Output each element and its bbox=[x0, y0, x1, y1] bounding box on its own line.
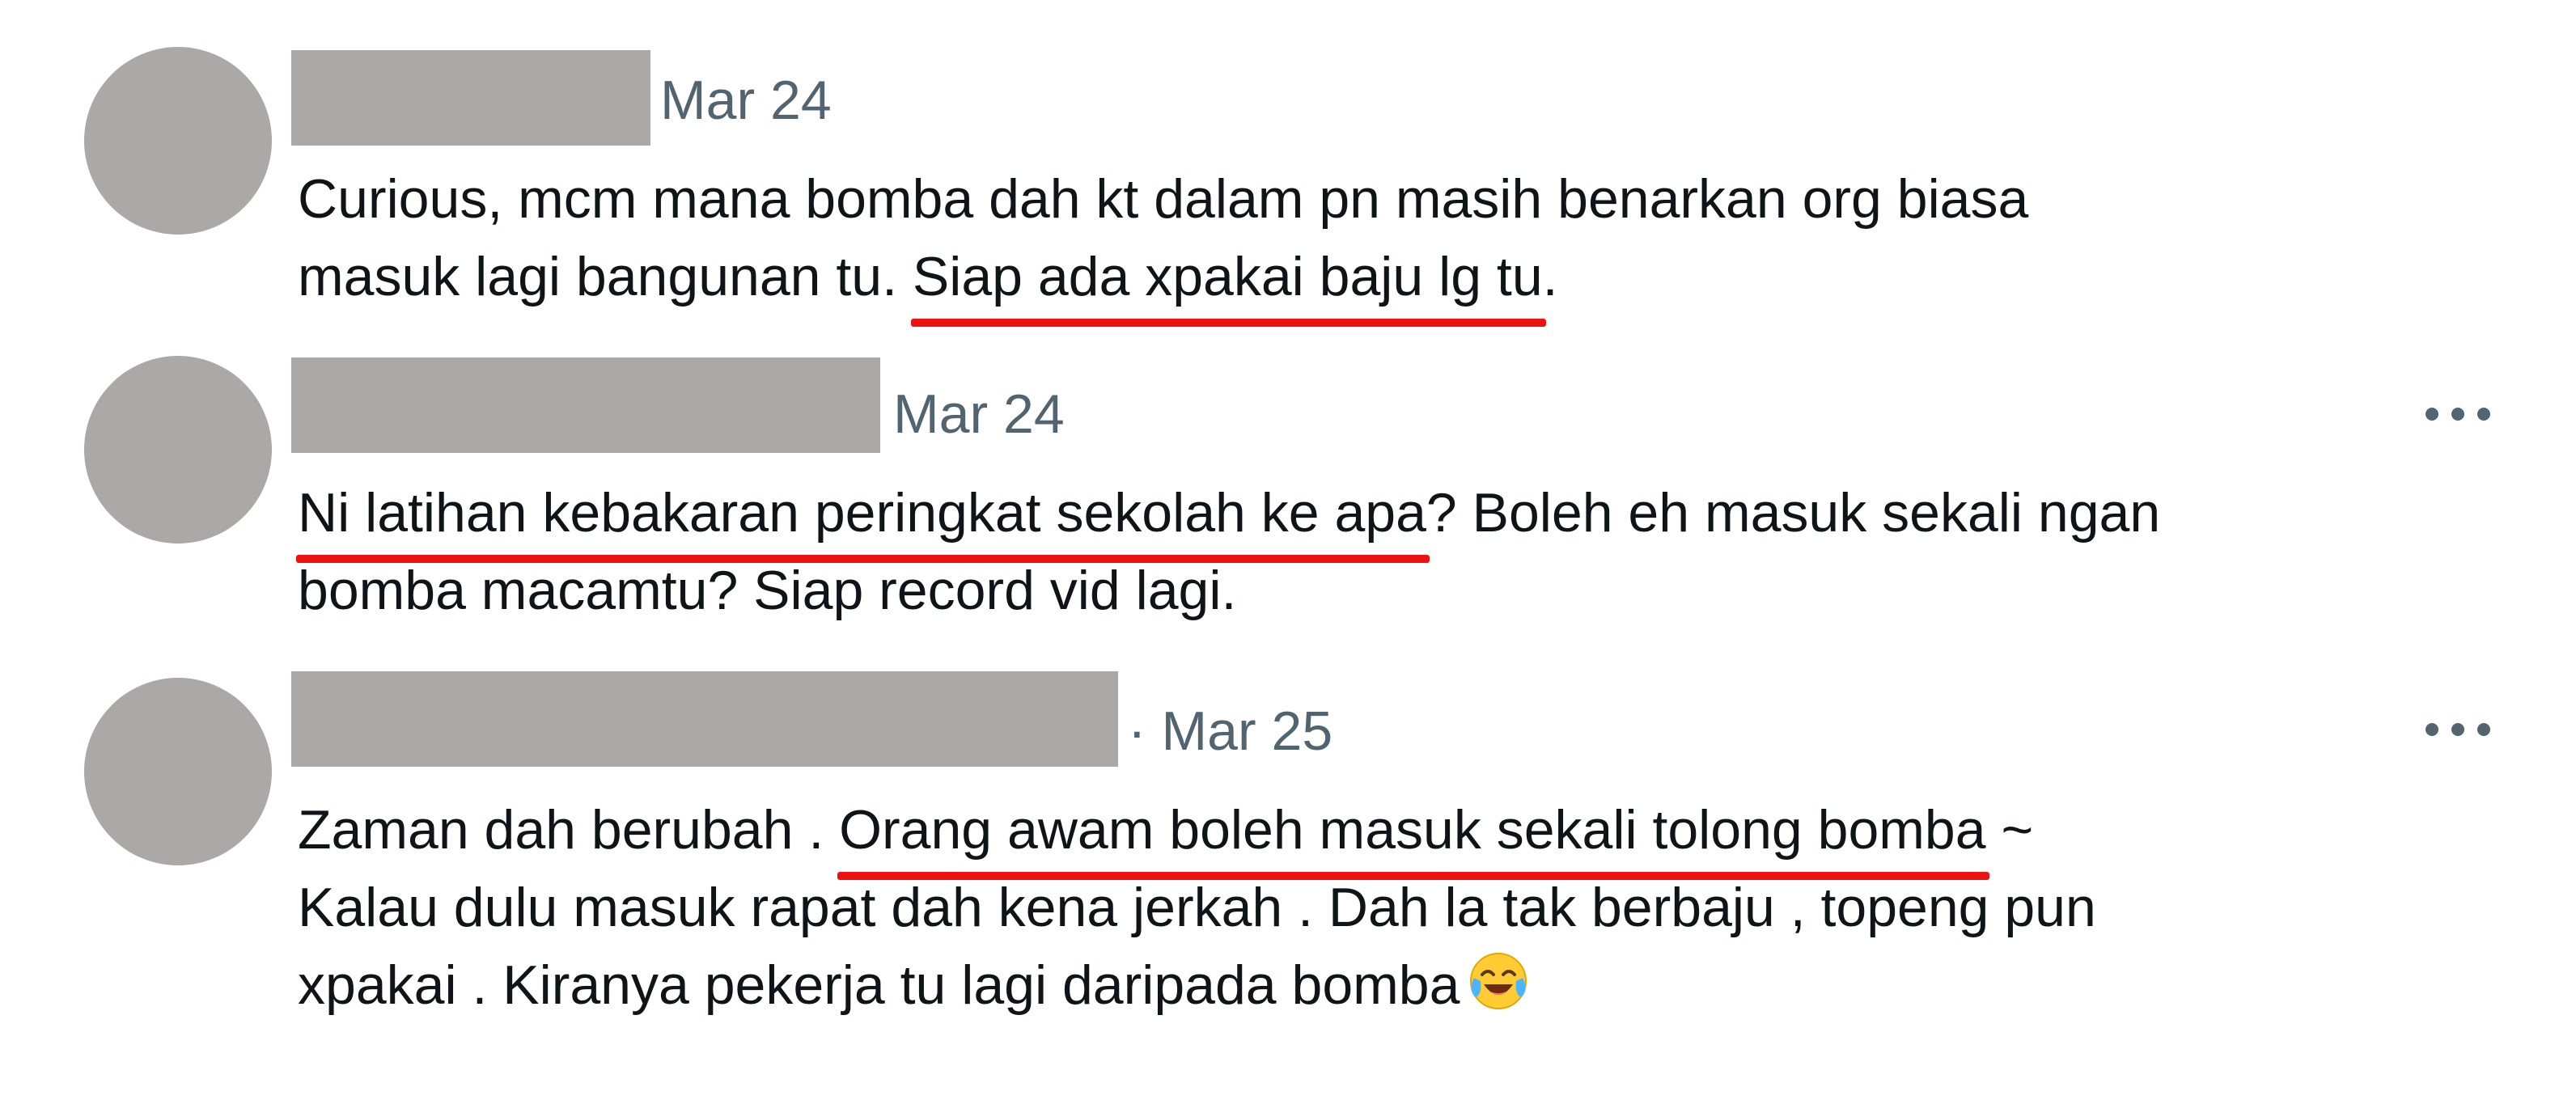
tweet-text-line: Kalau dulu masuk rapat dah kena jerkah .… bbox=[298, 877, 2096, 938]
text-segment: Zaman dah berubah . bbox=[298, 799, 840, 861]
text-segment: ~ bbox=[1985, 799, 2034, 861]
tweet-text-line: bomba macamtu? Siap record vid lagi. bbox=[298, 560, 1237, 621]
tweet-text: Ni latihan kebakaran peringkat sekolah k… bbox=[296, 474, 2547, 629]
tweet-date[interactable]: Mar 24 bbox=[660, 68, 832, 133]
text-segment: xpakai . Kiranya pekerja tu lagi daripad… bbox=[298, 954, 1460, 1016]
dot bbox=[2451, 723, 2464, 736]
tweet-date[interactable]: Mar 24 bbox=[893, 382, 1065, 446]
redacted-username bbox=[291, 50, 650, 146]
tweet-text-line: masuk lagi bangunan tu. Siap ada xpakai … bbox=[298, 238, 2547, 327]
dot bbox=[2477, 723, 2490, 736]
tweet-text: Zaman dah berubah . Orang awam boleh mas… bbox=[298, 791, 2547, 1024]
text-segment: . bbox=[1542, 246, 1558, 307]
avatar[interactable] bbox=[84, 678, 272, 865]
underlined-highlight: Siap ada xpakai baju lg tu bbox=[910, 238, 1546, 327]
dot bbox=[2477, 408, 2490, 421]
face-with-tears-of-joy-icon bbox=[1466, 949, 1531, 1013]
more-options-icon[interactable] bbox=[2426, 408, 2493, 427]
text-segment: ? Boleh eh masuk sekali ngan bbox=[1426, 482, 2161, 544]
tweet-text-line: Curious, mcm mana bomba dah kt dalam pn … bbox=[298, 168, 2029, 230]
underlined-highlight: Ni latihan kebakaran peringkat sekolah k… bbox=[296, 474, 1430, 563]
dot bbox=[2426, 723, 2438, 736]
more-options-icon[interactable] bbox=[2426, 723, 2493, 742]
tweet-date[interactable]: · Mar 25 bbox=[1128, 699, 1332, 763]
tweet-text-line: Zaman dah berubah . Orang awam boleh mas… bbox=[298, 791, 2547, 880]
tweet-text: Curious, mcm mana bomba dah kt dalam pn … bbox=[298, 160, 2547, 327]
dot bbox=[2426, 408, 2438, 421]
underlined-highlight: Orang awam boleh masuk sekali tolong bom… bbox=[837, 791, 1990, 880]
tweet-text-line: xpakai . Kiranya pekerja tu lagi daripad… bbox=[298, 946, 2547, 1024]
tweet-text-line: Ni latihan kebakaran peringkat sekolah k… bbox=[296, 474, 2547, 563]
avatar[interactable] bbox=[84, 47, 272, 235]
avatar[interactable] bbox=[84, 356, 272, 544]
dot bbox=[2451, 408, 2464, 421]
redacted-username bbox=[291, 357, 880, 453]
redacted-username bbox=[291, 671, 1118, 767]
text-segment: masuk lagi bangunan tu. bbox=[298, 246, 913, 307]
